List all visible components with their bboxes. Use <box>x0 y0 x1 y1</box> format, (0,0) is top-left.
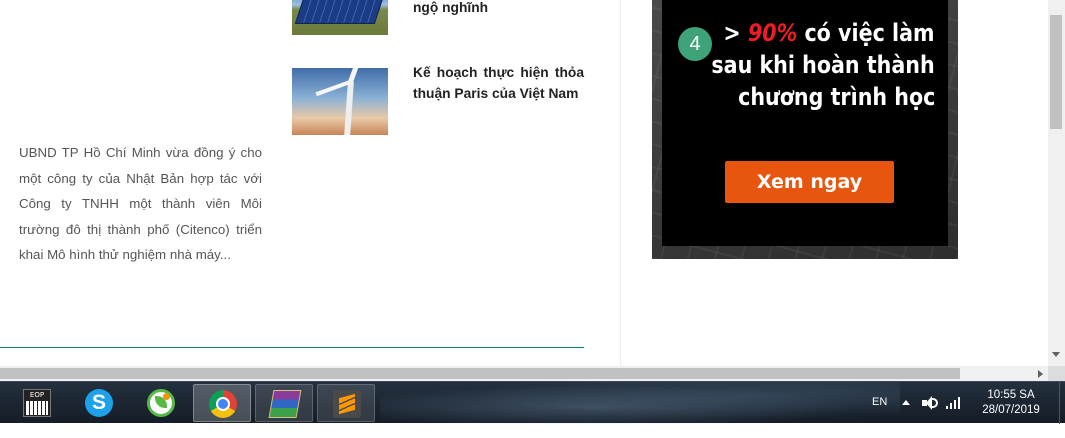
ad-highlight-percent: 90% <box>748 19 798 47</box>
step-number-badge: 4 <box>678 27 712 61</box>
sublime-logo <box>339 393 355 415</box>
coccoc-dot <box>163 393 170 400</box>
taskbar-app-skype[interactable]: S <box>70 384 128 422</box>
solar-panel-image <box>294 0 386 24</box>
clock-time: 10:55 SA <box>987 389 1035 401</box>
taskbar-app-eop[interactable]: EOP <box>8 384 66 422</box>
related-article-title[interactable]: Kế hoạch thực hiện thỏa thuận Paris của … <box>413 62 584 104</box>
related-article-title[interactable]: ngộ nghĩnh <box>413 0 584 18</box>
piano-keys <box>26 401 48 415</box>
related-thumbnail-solar[interactable] <box>292 0 388 35</box>
horizontal-scrollbar[interactable] <box>0 366 1048 381</box>
article-excerpt[interactable]: UBND TP Hồ Chí Minh vừa đồng ý cho một c… <box>19 140 262 268</box>
input-language-indicator[interactable]: EN <box>872 396 887 438</box>
scroll-down-arrow-icon[interactable] <box>1052 352 1060 357</box>
wind-turbine-image <box>344 82 354 135</box>
scroll-right-arrow-icon[interactable] <box>1038 370 1043 378</box>
skype-icon: S <box>85 389 113 417</box>
ad-headline-line2: sau khi hoàn thành <box>711 51 935 79</box>
turbine-blade <box>348 68 371 83</box>
winrar-icon <box>268 390 302 418</box>
column-divider <box>620 0 621 366</box>
taskbar-app-winrar[interactable] <box>255 384 313 422</box>
taskbar-app-sublime[interactable] <box>317 384 375 422</box>
signal-bar <box>950 403 952 409</box>
ad-prefix: > <box>723 19 749 47</box>
piano-keyboard-icon: EOP <box>23 389 51 417</box>
view-now-button[interactable]: Xem ngay <box>725 161 894 203</box>
related-thumbnail-wind[interactable] <box>292 68 388 135</box>
show-desktop-button[interactable] <box>1059 382 1065 424</box>
signal-bar <box>958 397 960 409</box>
vertical-scrollbar[interactable] <box>1048 0 1065 366</box>
scrollbar-corner <box>1048 366 1065 381</box>
web-page: UBND TP Hồ Chí Minh vừa đồng ý cho một c… <box>0 0 1048 366</box>
horizontal-scroll-thumb[interactable] <box>0 368 960 379</box>
ad-headline-line3: chương trình học <box>737 83 935 111</box>
clock-date: 28/07/2019 <box>982 404 1040 416</box>
coccoc-icon <box>147 389 175 417</box>
ad-headline-line1: > 90% có việc làm <box>724 18 935 48</box>
chrome-icon <box>209 390 237 418</box>
section-divider <box>0 347 584 348</box>
taskbar-wallpaper <box>380 382 900 424</box>
ad-suffix: có việc làm <box>797 19 935 47</box>
signal-bar <box>946 406 948 409</box>
advertisement-banner[interactable]: 4 > 90% có việc làm sau khi hoàn thành c… <box>652 0 958 259</box>
vertical-scroll-thumb[interactable] <box>1050 15 1062 129</box>
signal-bar <box>954 400 956 409</box>
volume-icon[interactable] <box>922 396 938 410</box>
turbine-blade <box>315 80 351 97</box>
taskbar-app-chrome[interactable] <box>193 384 251 422</box>
show-hidden-icons-chevron-icon[interactable] <box>902 400 910 405</box>
eop-label: EOP <box>29 391 45 399</box>
ad-panel: 4 > 90% có việc làm sau khi hoàn thành c… <box>662 0 948 246</box>
sublime-text-icon <box>333 390 361 418</box>
windows-taskbar: EOP S EN 10:55 SA 28/07/2019 <box>0 381 1065 424</box>
system-clock[interactable]: 10:55 SA 28/07/2019 <box>976 388 1046 418</box>
taskbar-app-coccoc[interactable] <box>132 384 190 422</box>
network-signal-icon[interactable] <box>946 397 962 409</box>
sound-wave <box>932 398 938 408</box>
